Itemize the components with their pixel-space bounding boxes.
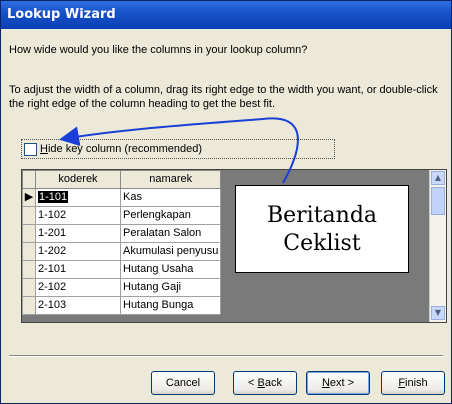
instructions-text: To adjust the width of a column, drag it… (9, 84, 438, 110)
window-title: Lookup Wizard (1, 1, 451, 29)
next-button[interactable]: Next > (306, 371, 370, 395)
cell-koderek[interactable]: 1-101 (35, 188, 121, 207)
row-selector-header (22, 170, 36, 189)
vertical-scrollbar[interactable]: ▲ ▼ (429, 170, 446, 322)
next-hotkey: N (321, 377, 330, 389)
column-width-prompt: How wide would you like the columns in y… (9, 44, 308, 56)
column-header-koderek[interactable]: koderek (35, 170, 121, 189)
hide-key-column-checkbox[interactable] (24, 143, 37, 156)
cell-namarek[interactable]: Perlengkapan (119, 206, 222, 225)
selected-cell-text: 1-101 (38, 191, 69, 203)
table-row[interactable]: 1-102 Perlengkapan (22, 206, 222, 225)
scroll-up-icon[interactable]: ▲ (431, 171, 445, 185)
lookup-wizard-window: Lookup Wizard How wide would you like th… (0, 0, 452, 404)
hide-key-column-label-text: ide key column (recommended) (47, 143, 203, 155)
cell-namarek[interactable]: Hutang Usaha (119, 260, 222, 279)
next-label: ext > (329, 377, 355, 389)
cell-namarek[interactable]: Peralatan Salon (119, 224, 222, 243)
column-header-namarek[interactable]: namarek (119, 170, 222, 189)
cell-koderek[interactable]: 1-201 (35, 224, 121, 243)
cell-koderek[interactable]: 2-102 (35, 278, 121, 297)
row-selector[interactable] (22, 206, 36, 225)
back-button[interactable]: < Back (233, 371, 297, 395)
button-separator (9, 355, 443, 357)
cell-koderek[interactable]: 2-103 (35, 296, 121, 315)
scroll-thumb[interactable] (431, 187, 445, 215)
row-selector[interactable] (22, 296, 36, 315)
back-prefix: < (248, 377, 258, 389)
annotation-callout: Beritanda Ceklist (235, 185, 409, 273)
scroll-down-icon[interactable]: ▼ (431, 306, 445, 320)
table-row[interactable]: 2-101 Hutang Usaha (22, 260, 222, 279)
callout-line-1: Beritanda (266, 203, 378, 228)
cell-namarek[interactable]: Hutang Bunga (119, 296, 222, 315)
finish-button[interactable]: Finish (381, 371, 445, 395)
cell-namarek[interactable]: Akumulasi penyusu (119, 242, 222, 261)
table-row[interactable]: 1-202 Akumulasi penyusu (22, 242, 222, 261)
hide-key-column-label[interactable]: Hide key column (recommended) (40, 143, 202, 155)
hide-key-column-hotkey: H (40, 143, 48, 155)
cell-namarek[interactable]: Hutang Gaji (119, 278, 222, 297)
cell-koderek[interactable]: 2-101 (35, 260, 121, 279)
finish-label: inish (405, 377, 428, 389)
lookup-table: koderek namarek ▶ 1-101 Kas 1-102 Perlengkap… (22, 170, 222, 315)
cell-namarek[interactable]: Kas (119, 188, 222, 207)
row-selector[interactable] (22, 260, 36, 279)
cell-koderek[interactable]: 1-202 (35, 242, 121, 261)
table-row[interactable]: 1-201 Peralatan Salon (22, 224, 222, 243)
table-row[interactable]: 2-103 Hutang Bunga (22, 296, 222, 315)
hide-key-column-option[interactable]: Hide key column (recommended) (21, 139, 335, 159)
cell-koderek[interactable]: 1-102 (35, 206, 121, 225)
row-selector[interactable] (22, 278, 36, 297)
table-row[interactable]: 2-102 Hutang Gaji (22, 278, 222, 297)
table-row[interactable]: ▶ 1-101 Kas (22, 188, 222, 207)
back-label: ack (264, 377, 282, 389)
cancel-button[interactable]: Cancel (151, 371, 215, 395)
row-selector[interactable] (22, 242, 36, 261)
row-selector[interactable] (22, 224, 36, 243)
callout-line-2: Ceklist (283, 231, 361, 256)
back-hotkey: B (257, 377, 265, 389)
current-row-pointer-icon[interactable]: ▶ (22, 188, 36, 207)
